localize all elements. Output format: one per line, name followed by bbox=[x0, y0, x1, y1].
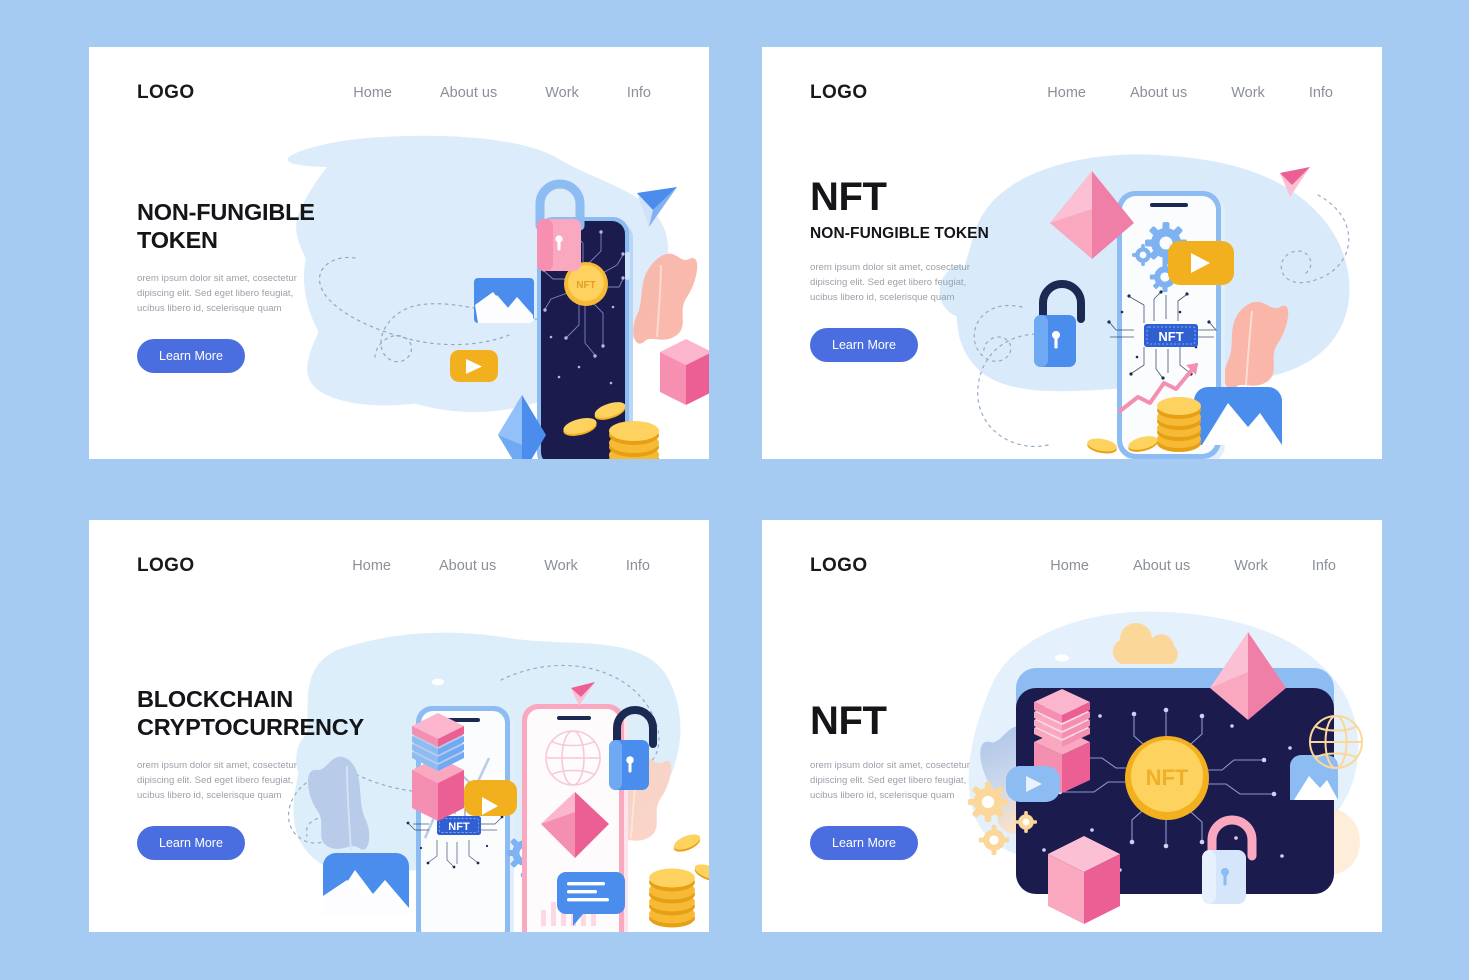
logo[interactable]: LOGO bbox=[137, 82, 195, 104]
pink-cube-icon bbox=[660, 339, 709, 405]
nav-link-home[interactable]: Home bbox=[1047, 85, 1086, 101]
navbar: LOGO Home About us Work Info bbox=[89, 47, 709, 139]
copy-block: NFT orem ipsum dolor sit amet, cosectetu… bbox=[810, 701, 1060, 860]
learn-more-button[interactable]: Learn More bbox=[137, 339, 245, 374]
nav-link-about-us[interactable]: About us bbox=[1130, 85, 1187, 101]
page-title: NFT bbox=[810, 699, 887, 744]
nav-link-work[interactable]: Work bbox=[545, 85, 579, 101]
nav-link-about-us[interactable]: About us bbox=[439, 558, 496, 574]
navbar: LOGO Home About us Work Info bbox=[89, 520, 709, 612]
nav-link-info[interactable]: Info bbox=[1312, 558, 1336, 574]
nav-link-info[interactable]: Info bbox=[627, 85, 651, 101]
card-nft-token: LOGO Home About us Work Info NFT NFT NON… bbox=[762, 47, 1382, 459]
card-non-fungible-token: LOGO Home About us Work Info NFT NON-FUN… bbox=[89, 47, 709, 459]
navbar: LOGO Home About us Work Info bbox=[762, 47, 1382, 139]
landing-page-grid: LOGO Home About us Work Info NFT NON-FUN… bbox=[89, 47, 1382, 933]
play-button-icon bbox=[464, 780, 517, 816]
learn-more-button[interactable]: Learn More bbox=[810, 327, 918, 362]
body-text: orem ipsum dolor sit amet, cosectetur di… bbox=[137, 273, 297, 315]
nft-chip-icon: NFT bbox=[437, 816, 481, 835]
card-blockchain-cryptocurrency: LOGO Home About us Work Info NFT BLOCKCH… bbox=[89, 520, 709, 932]
copy-block: NON-FUNGIBLE TOKEN orem ipsum dolor sit … bbox=[137, 199, 387, 374]
image-mountain-icon bbox=[1194, 387, 1282, 445]
nav-link-home[interactable]: Home bbox=[1050, 558, 1089, 574]
nav-link-info[interactable]: Info bbox=[626, 558, 650, 574]
nav-link-work[interactable]: Work bbox=[544, 558, 578, 574]
learn-more-button[interactable]: Learn More bbox=[810, 826, 918, 860]
play-button-icon bbox=[450, 350, 498, 382]
navbar: LOGO Home About us Work Info bbox=[762, 520, 1382, 612]
page-title-line-1: NON-FUNGIBLE bbox=[137, 199, 315, 225]
page-title: NFT bbox=[810, 175, 887, 219]
page-title: NON-FUNGIBLE TOKEN bbox=[137, 199, 387, 254]
image-mountain-icon bbox=[323, 853, 409, 916]
page-title-line-1: BLOCKCHAIN bbox=[137, 685, 293, 712]
body-text: orem ipsum dolor sit amet, cosectetur di… bbox=[137, 760, 297, 802]
page-title-line-2: TOKEN bbox=[137, 226, 218, 253]
copy-block: NFT NON-FUNGIBLE TOKEN orem ipsum dolor … bbox=[810, 177, 1060, 362]
nft-coin-icon: NFT bbox=[1125, 736, 1209, 820]
nft-chip-label: NFT bbox=[448, 821, 470, 833]
nav-links: Home About us Work Info bbox=[353, 85, 651, 101]
nav-links: Home About us Work Info bbox=[352, 558, 650, 574]
page-subtitle: NON-FUNGIBLE TOKEN bbox=[810, 225, 989, 242]
nav-link-work[interactable]: Work bbox=[1231, 85, 1265, 101]
body-text: orem ipsum dolor sit amet, cosectetur di… bbox=[810, 262, 970, 303]
body-text: orem ipsum dolor sit amet, cosectetur di… bbox=[810, 760, 970, 802]
learn-more-button[interactable]: Learn More bbox=[137, 826, 245, 860]
image-mountain-icon bbox=[1290, 755, 1338, 800]
play-button-icon bbox=[1168, 241, 1234, 285]
logo[interactable]: LOGO bbox=[810, 82, 868, 104]
card-nft-wallet: LOGO Home About us Work Info NFT NFT ore… bbox=[762, 520, 1382, 932]
image-mountain-icon bbox=[474, 278, 534, 323]
nav-link-info[interactable]: Info bbox=[1309, 85, 1333, 101]
page-title: BLOCKCHAIN CRYPTOCURRENCY bbox=[137, 686, 387, 741]
nft-coin-label: NFT bbox=[1146, 765, 1189, 790]
nav-links: Home About us Work Info bbox=[1050, 558, 1336, 574]
nft-chip-icon: NFT bbox=[1144, 324, 1198, 347]
copy-block: BLOCKCHAIN CRYPTOCURRENCY orem ipsum dol… bbox=[137, 686, 387, 860]
nav-link-work[interactable]: Work bbox=[1234, 558, 1268, 574]
gold-coin-stack-icon bbox=[649, 834, 709, 928]
nft-chip-label: NFT bbox=[1158, 329, 1183, 344]
page-title-line-2: CRYPTOCURRENCY bbox=[137, 713, 365, 740]
nav-link-home[interactable]: Home bbox=[353, 85, 392, 101]
logo[interactable]: LOGO bbox=[810, 555, 868, 577]
nav-link-about-us[interactable]: About us bbox=[1133, 558, 1190, 574]
nav-link-about-us[interactable]: About us bbox=[440, 85, 497, 101]
nav-links: Home About us Work Info bbox=[1047, 85, 1333, 101]
nft-coin-label: NFT bbox=[576, 280, 595, 291]
nav-link-home[interactable]: Home bbox=[352, 558, 391, 574]
logo[interactable]: LOGO bbox=[137, 555, 195, 577]
